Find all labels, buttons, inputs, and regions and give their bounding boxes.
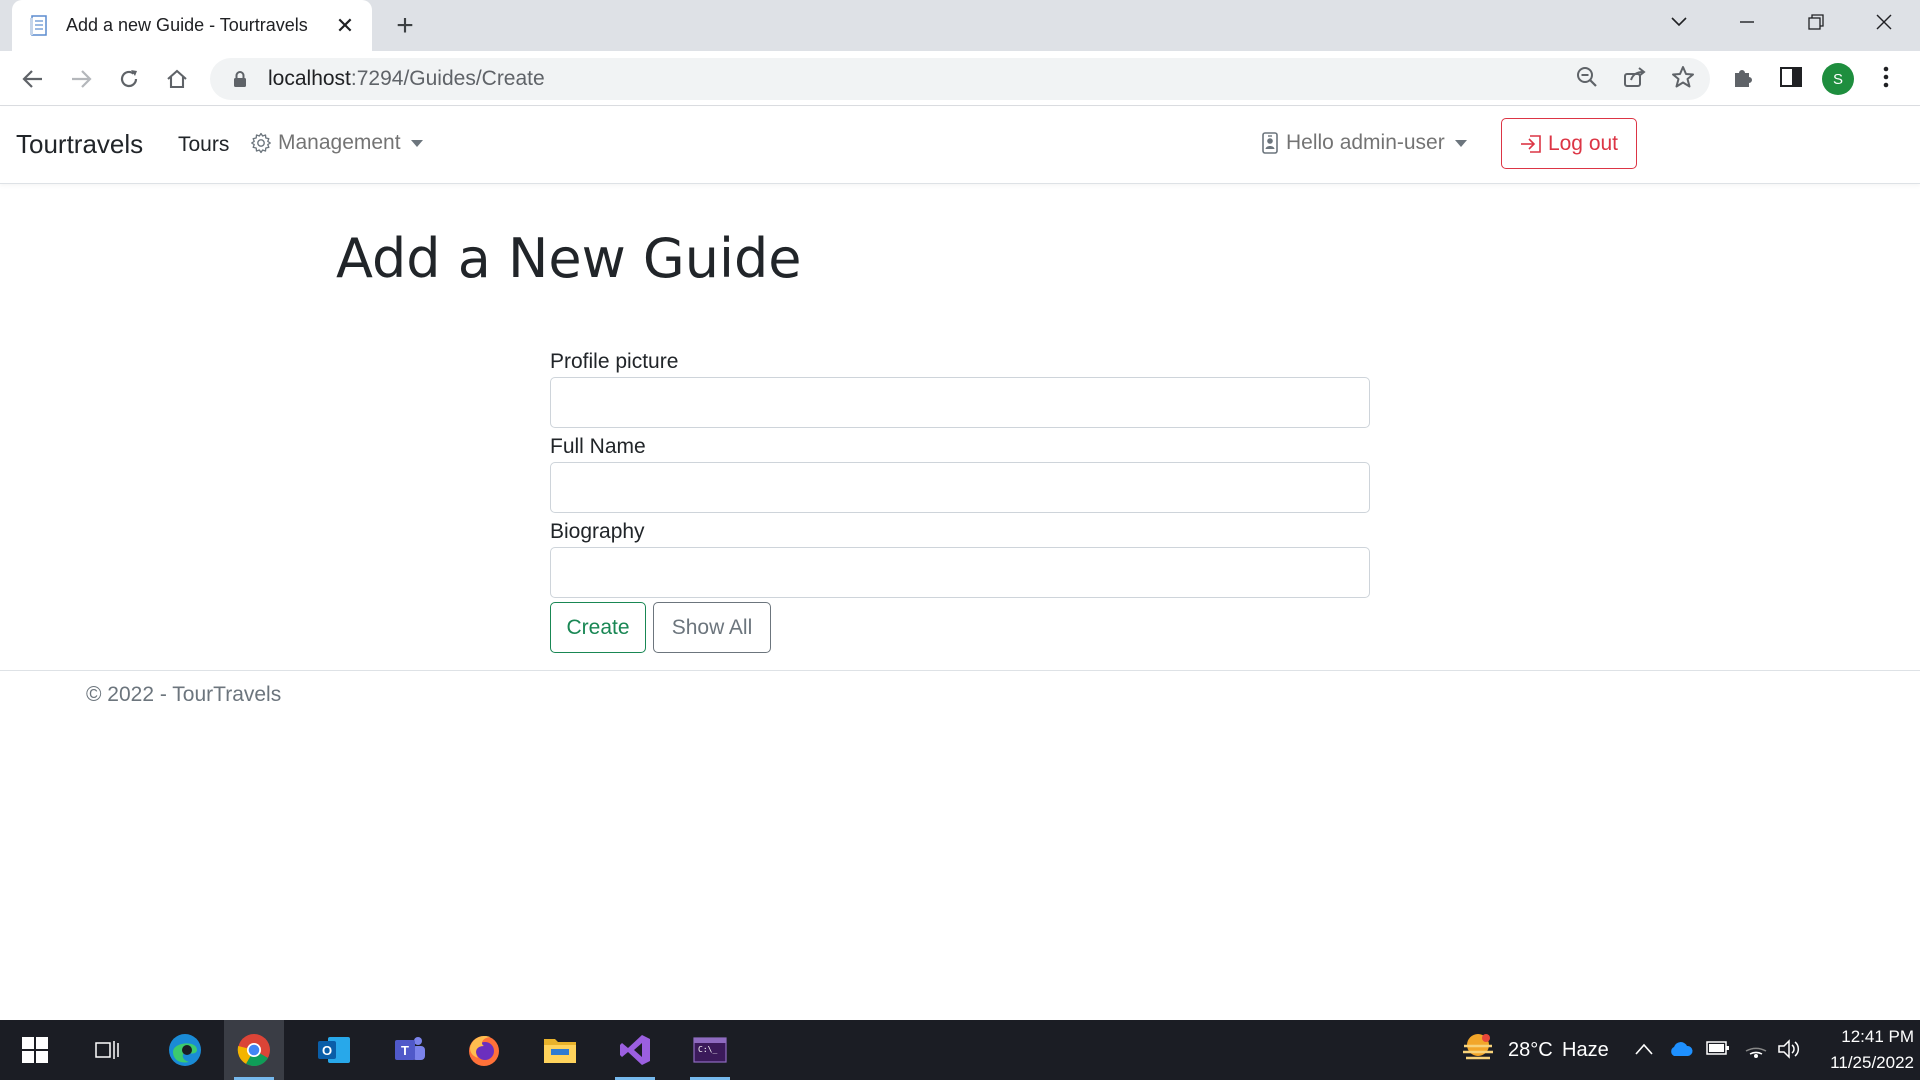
close-window-icon[interactable] [1850, 0, 1918, 44]
full-name-label: Full Name [550, 435, 646, 458]
profile-picture-input[interactable] [550, 377, 1370, 428]
extensions-icon[interactable] [1725, 59, 1761, 95]
create-button[interactable]: Create [550, 602, 646, 653]
home-icon[interactable] [160, 62, 194, 96]
restore-icon[interactable] [1782, 0, 1850, 44]
logout-label: Log out [1547, 131, 1619, 155]
logout-icon [1520, 134, 1542, 154]
wifi-icon[interactable] [1744, 1037, 1768, 1064]
page-title: Add a New Guide [336, 227, 802, 290]
weather-description[interactable]: Haze [1562, 1039, 1609, 1062]
management-label: Management [278, 131, 401, 154]
file-explorer-icon[interactable] [530, 1020, 590, 1080]
forward-icon[interactable] [64, 62, 98, 96]
logout-button[interactable]: Log out [1501, 118, 1637, 169]
url-path: :7294/Guides/Create [350, 67, 545, 90]
bookmark-star-icon[interactable] [1665, 59, 1701, 95]
address-bar[interactable]: localhost:7294/Guides/Create [210, 58, 1710, 100]
user-greeting: Hello admin-user [1286, 131, 1445, 154]
windows-taskbar: O T C:\_ 28°C Haze 12:41 PM 11/25/2022 [0, 1020, 1920, 1080]
system-clock[interactable]: 12:41 PM 11/25/2022 [1808, 1024, 1914, 1076]
browser-tab[interactable]: Add a new Guide - Tourtravels ✕ [12, 0, 372, 51]
brand-link[interactable]: Tourtravels [16, 129, 143, 160]
gear-icon [250, 132, 272, 154]
weather-temperature[interactable]: 28°C [1508, 1039, 1553, 1062]
app-navbar: Tourtravels Tours Management Hello admin… [0, 107, 1920, 184]
user-dropdown[interactable]: Hello admin-user [1262, 131, 1467, 155]
svg-text:C:\_: C:\_ [698, 1045, 717, 1054]
close-tab-icon[interactable]: ✕ [332, 13, 358, 39]
minimize-icon[interactable] [1713, 0, 1781, 44]
tab-title: Add a new Guide - Tourtravels [66, 15, 308, 35]
windows-start-icon[interactable] [5, 1020, 65, 1080]
biography-input[interactable] [550, 547, 1370, 598]
profile-avatar[interactable]: S [1822, 63, 1854, 95]
browser-tabstrip: Add a new Guide - Tourtravels ✕ + [0, 0, 1920, 51]
clock-time: 12:41 PM [1841, 1027, 1914, 1046]
onedrive-cloud-icon[interactable] [1668, 1040, 1694, 1063]
form-actions: Create Show All [550, 602, 1370, 653]
outlook-icon[interactable]: O [304, 1020, 364, 1080]
svg-text:T: T [401, 1043, 409, 1058]
page-footer: © 2022 - TourTravels [0, 670, 1920, 720]
clock-date: 11/25/2022 [1830, 1053, 1914, 1072]
create-guide-form: Profile picture Full Name Biography Crea… [550, 347, 1370, 653]
teams-icon[interactable]: T [379, 1020, 439, 1080]
svg-text:O: O [322, 1043, 332, 1058]
nav-tours-link[interactable]: Tours [178, 133, 229, 157]
firefox-icon[interactable] [454, 1020, 514, 1080]
footer-copyright: © 2022 - TourTravels [86, 683, 282, 706]
edge-browser-icon[interactable] [155, 1020, 215, 1080]
task-view-icon[interactable] [78, 1020, 138, 1080]
full-name-input[interactable] [550, 462, 1370, 513]
person-badge-icon [1262, 132, 1278, 154]
show-all-button[interactable]: Show All [653, 602, 771, 653]
lock-icon[interactable] [230, 69, 250, 89]
terminal-icon[interactable]: C:\_ [680, 1020, 740, 1080]
volume-icon[interactable] [1777, 1038, 1801, 1065]
share-icon[interactable] [1617, 59, 1653, 95]
biography-label: Biography [550, 520, 645, 543]
chevron-up-icon[interactable] [1635, 1042, 1653, 1060]
page-icon [28, 14, 52, 38]
management-dropdown[interactable]: Management [250, 131, 423, 155]
visual-studio-icon[interactable] [605, 1020, 665, 1080]
profile-picture-label: Profile picture [550, 350, 679, 373]
back-icon[interactable] [16, 62, 50, 96]
chevron-down-icon [1454, 139, 1467, 147]
chrome-icon[interactable] [224, 1020, 284, 1080]
reload-icon[interactable] [112, 62, 146, 96]
new-tab-icon[interactable]: + [390, 9, 420, 42]
web-page: Tourtravels Tours Management Hello admin… [0, 107, 1920, 1020]
chevron-down-icon [410, 139, 423, 147]
menu-kebab-icon[interactable] [1868, 59, 1904, 95]
browser-toolbar: localhost:7294/Guides/Create S [0, 51, 1920, 106]
tab-search-icon[interactable] [1645, 0, 1713, 44]
weather-haze-icon[interactable] [1460, 1032, 1496, 1071]
url-host: localhost [268, 67, 351, 90]
battery-icon[interactable] [1706, 1040, 1730, 1061]
zoom-icon[interactable] [1569, 59, 1605, 95]
side-panel-icon[interactable] [1773, 59, 1809, 95]
